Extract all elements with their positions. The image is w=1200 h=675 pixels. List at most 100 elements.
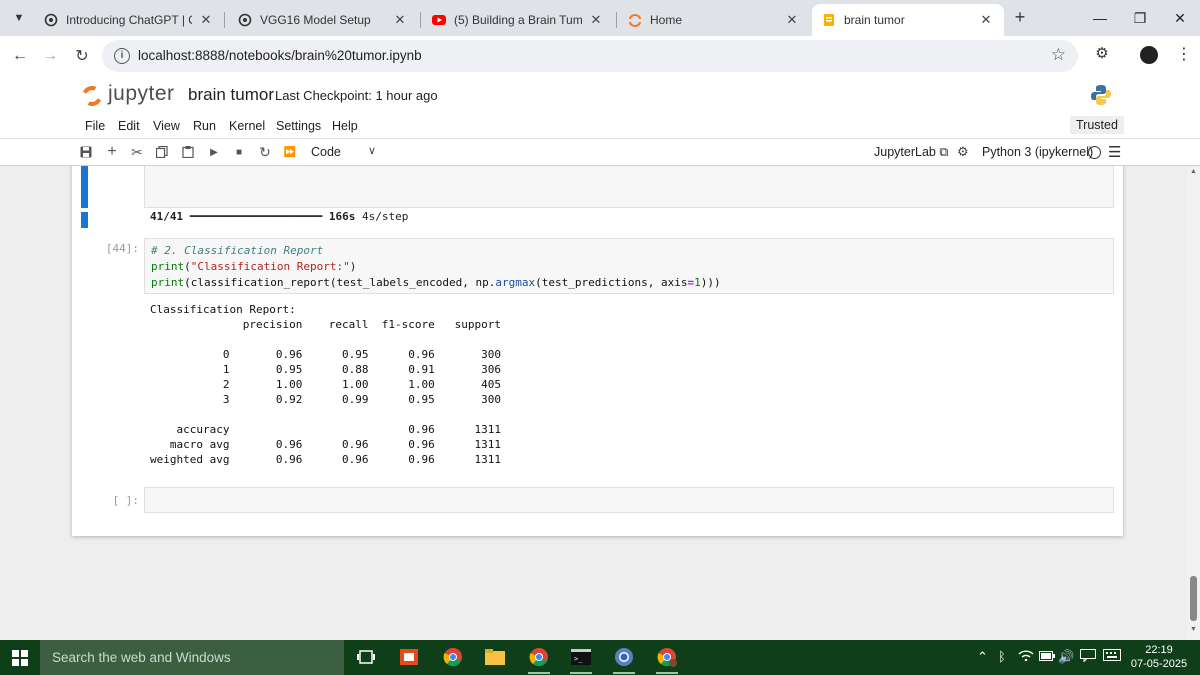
browser-tab-strip: ▼ Introducing ChatGPT | Open ✕ VGG16 Mod… — [0, 0, 1200, 36]
back-arrow-icon[interactable]: ← — [8, 44, 32, 68]
chrome-icon-running[interactable] — [526, 644, 552, 674]
clock-date: 07-05-2025 — [1130, 658, 1188, 670]
new-tab-plus-icon[interactable]: + — [1010, 6, 1030, 30]
file-explorer-icon[interactable] — [482, 644, 508, 670]
jupyter-header: jupyter brain tumor Last Checkpoint: 1 h… — [0, 76, 1200, 116]
scrollbar-thumb[interactable] — [1190, 576, 1197, 621]
paste-clipboard-icon[interactable] — [179, 143, 197, 161]
empty-code-cell[interactable] — [144, 487, 1114, 513]
menu-settings[interactable]: Settings — [276, 119, 321, 133]
chevron-down-icon[interactable]: ∨ — [368, 144, 376, 157]
copy-icon[interactable] — [153, 143, 171, 161]
taskbar-clock[interactable]: 22:19 07-05-2025 — [1128, 643, 1190, 671]
last-checkpoint: Last Checkpoint: 1 hour ago — [275, 88, 438, 103]
windows-taskbar: Search the web and Windows >_ ⌃ ᛒ 🔊 22:1… — [0, 640, 1200, 675]
office-app-icon[interactable] — [396, 644, 422, 670]
close-icon[interactable]: ✕ — [978, 12, 994, 28]
vertical-scrollbar[interactable]: ▲ ▼ — [1187, 166, 1200, 640]
profile-avatar[interactable] — [1140, 46, 1158, 64]
hamburger-menu-icon[interactable]: ☰ — [1108, 143, 1121, 161]
show-hidden-icons-chevron-icon[interactable]: ⌃ — [977, 649, 988, 665]
svg-text:>_: >_ — [574, 655, 583, 663]
code-cell-classification-report[interactable]: # 2. Classification Report print("Classi… — [144, 238, 1114, 294]
scroll-up-arrow-icon[interactable]: ▲ — [1187, 168, 1200, 180]
cut-scissors-icon[interactable]: ✂ — [128, 143, 146, 161]
jupyter-ring-icon — [79, 83, 105, 109]
chrome-profile-icon[interactable] — [654, 644, 680, 674]
output-header-row: precision recall f1-score support — [150, 318, 501, 331]
bookmark-star-icon[interactable]: ☆ — [1051, 45, 1066, 65]
notebook-panel: 41/41 ━━━━━━━━━━━━━━━━━━━━ 166s 4s/step … — [72, 166, 1123, 536]
browser-menu-icon[interactable]: ⋮ — [1176, 44, 1192, 64]
close-icon[interactable]: ✕ — [198, 12, 214, 28]
tab-separator — [224, 12, 225, 28]
cell-collapser-bar[interactable] — [81, 166, 88, 208]
youtube-icon — [432, 13, 446, 27]
restart-kernel-icon[interactable]: ↻ — [256, 143, 274, 161]
notebook-title[interactable]: brain tumor — [188, 85, 274, 105]
notification-chat-icon[interactable] — [1080, 649, 1096, 665]
jupyter-logo[interactable]: jupyter — [79, 82, 180, 110]
minimize-icon[interactable]: — — [1078, 0, 1122, 36]
cell-type-select[interactable]: Code — [311, 145, 341, 159]
python-logo-icon — [1090, 84, 1112, 106]
site-info-icon[interactable]: i — [114, 48, 130, 64]
menu-help[interactable]: Help — [332, 119, 358, 133]
battery-icon[interactable] — [1039, 649, 1055, 664]
insert-cell-plus-icon[interactable]: + — [103, 143, 121, 161]
address-bar[interactable]: i localhost:8888/notebooks/brain%20tumor… — [102, 40, 1078, 72]
output-collapser-bar[interactable] — [81, 212, 88, 228]
tab-chatgpt-intro[interactable]: Introducing ChatGPT | Open ✕ — [34, 4, 224, 36]
terminal-icon[interactable]: >_ — [568, 644, 594, 674]
jupyter-menubar: File Edit View Run Kernel Settings Help … — [0, 116, 1200, 138]
keyboard-icon[interactable] — [1103, 649, 1121, 664]
taskbar-search[interactable]: Search the web and Windows — [40, 640, 344, 675]
scroll-down-arrow-icon[interactable]: ▼ — [1187, 626, 1200, 638]
reload-icon[interactable]: ↻ — [70, 44, 94, 68]
previous-cell-input[interactable] — [144, 166, 1114, 208]
cell-output: Classification Report: precision recall … — [150, 302, 501, 467]
tab-youtube-brain-tumor[interactable]: (5) Building a Brain Tumor D ✕ — [422, 4, 614, 36]
chrome-icon[interactable] — [440, 644, 466, 670]
progress-time: 166s — [328, 210, 356, 223]
menu-kernel[interactable]: Kernel — [229, 119, 265, 133]
output-row-class-2: 2 1.00 1.00 1.00 405 — [150, 378, 501, 391]
wifi-icon[interactable] — [1018, 649, 1034, 664]
bluetooth-icon[interactable]: ᛒ — [998, 649, 1006, 664]
menu-run[interactable]: Run — [193, 119, 216, 133]
tab-home[interactable]: Home ✕ — [618, 4, 810, 36]
close-icon[interactable]: ✕ — [784, 12, 800, 28]
windows-start-icon[interactable] — [0, 640, 40, 675]
gear-icon[interactable]: ⚙ — [957, 144, 969, 160]
kernel-name[interactable]: Python 3 (ipykernel) — [982, 145, 1093, 159]
chrome-dev-icon[interactable] — [611, 644, 637, 674]
extensions-puzzle-icon[interactable]: ⚙ — [1092, 44, 1112, 64]
stop-square-icon[interactable]: ■ — [230, 143, 248, 161]
tab-search-chevron-icon[interactable]: ▼ — [8, 8, 30, 28]
clock-time: 22:19 — [1145, 644, 1173, 656]
tab-brain-tumor[interactable]: brain tumor ✕ — [812, 4, 1004, 36]
close-icon[interactable]: ✕ — [392, 12, 408, 28]
notebook-scroll-area[interactable]: 41/41 ━━━━━━━━━━━━━━━━━━━━ 166s 4s/step … — [0, 166, 1200, 640]
task-view-icon[interactable] — [353, 644, 379, 670]
jupyterlab-link[interactable]: JupyterLab ⧉ — [874, 145, 948, 160]
url-text[interactable]: localhost:8888/notebooks/brain%20tumor.i… — [138, 48, 422, 63]
external-link-icon: ⧉ — [939, 145, 949, 159]
menu-edit[interactable]: Edit — [118, 119, 140, 133]
save-icon[interactable] — [77, 143, 95, 161]
prediction-progress: 41/41 ━━━━━━━━━━━━━━━━━━━━ 166s 4s/step — [150, 210, 408, 223]
forward-arrow-icon[interactable]: → — [38, 44, 62, 68]
menu-file[interactable]: File — [85, 119, 105, 133]
close-icon[interactable]: ✕ — [588, 12, 604, 28]
output-row-class-3: 3 0.92 0.99 0.95 300 — [150, 393, 501, 406]
close-window-icon[interactable]: ✕ — [1158, 0, 1200, 36]
tab-title: brain tumor — [844, 13, 905, 27]
output-heading: Classification Report: — [150, 303, 296, 316]
restart-run-all-icon[interactable]: ⏩ — [281, 143, 299, 161]
menu-view[interactable]: View — [153, 119, 180, 133]
tab-vgg16[interactable]: VGG16 Model Setup ✕ — [228, 4, 418, 36]
trusted-badge[interactable]: Trusted — [1070, 116, 1124, 134]
restore-icon[interactable]: ❐ — [1118, 0, 1162, 36]
run-play-icon[interactable]: ▶ — [205, 143, 223, 161]
volume-icon[interactable]: 🔊 — [1058, 649, 1074, 665]
